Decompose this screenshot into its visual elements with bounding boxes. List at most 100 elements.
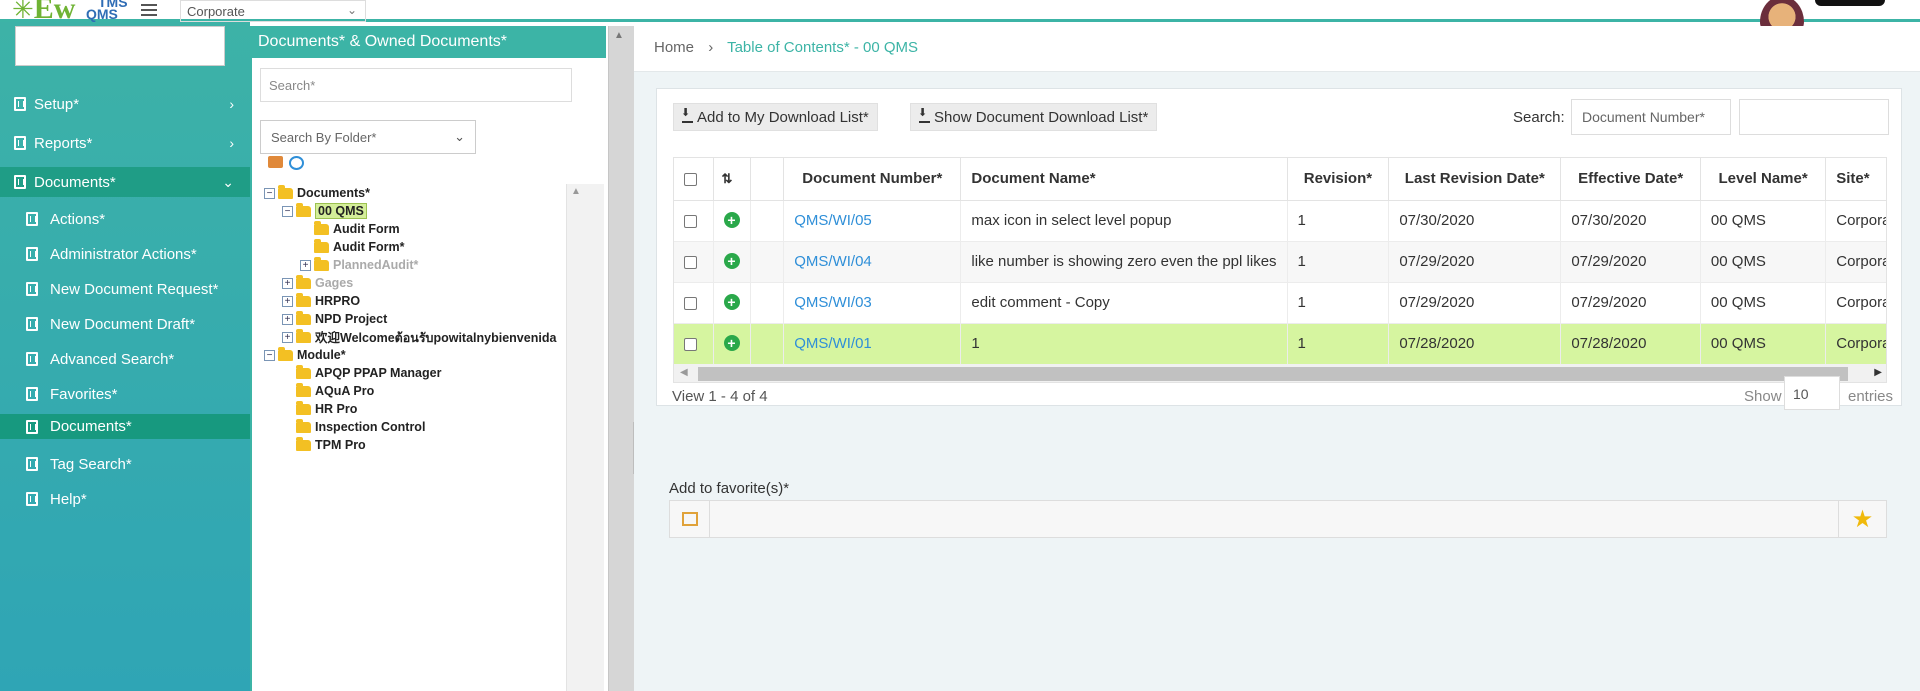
add-icon[interactable]: + <box>723 335 740 351</box>
building-icon <box>26 352 38 366</box>
select-all-checkbox[interactable] <box>684 172 697 186</box>
add-favorite-star-button[interactable]: ★ <box>1838 501 1886 537</box>
document-tree-panel: Documents* & Owned Documents* Search* Se… <box>250 26 606 691</box>
panel-splitter[interactable]: ▲ <box>608 26 639 691</box>
breadcrumb-home[interactable]: Home <box>654 39 694 56</box>
sidebar-subitem-favorites[interactable]: Favorites* <box>0 379 250 409</box>
col-level-name[interactable]: Level Name* <box>1700 158 1827 201</box>
scroll-up-icon[interactable]: ▲ <box>571 186 581 197</box>
tree-node-hr-pro[interactable]: HR Pro <box>282 400 564 418</box>
sidebar-subitem-help[interactable]: Help* <box>0 484 250 514</box>
tree-search-input[interactable]: Search* <box>260 68 572 102</box>
add-icon[interactable]: + <box>723 294 740 310</box>
site-select[interactable]: Corporate ⌄ <box>180 0 366 22</box>
add-download-button[interactable]: Add to My Download List* <box>673 103 878 131</box>
sidebar-item-documents[interactable]: Documents* ⌄ <box>0 167 250 197</box>
row-checkbox[interactable] <box>684 214 697 228</box>
col-document-name[interactable]: Document Name* <box>960 158 1288 201</box>
tree-node-audit-form[interactable]: Audit Form <box>300 220 564 238</box>
sort-columns-header[interactable]: ⇅ <box>713 158 751 201</box>
tree-node-apqp[interactable]: APQP PPAP Manager <box>282 364 564 382</box>
tree-node-aqua-pro[interactable]: AQuA Pro <box>282 382 564 400</box>
building-icon <box>14 97 26 111</box>
tree-node-inspection-control[interactable]: Inspection Control <box>282 418 564 436</box>
folder-select[interactable]: Search By Folder* ⌄ <box>260 120 476 154</box>
row-doc-number[interactable]: QMS/WI/01 <box>783 323 962 365</box>
row-doc-number[interactable]: QMS/WI/05 <box>783 200 962 242</box>
collapse-icon[interactable]: − <box>282 205 293 217</box>
search-field-select[interactable]: Document Number* <box>1571 99 1731 135</box>
table-row[interactable]: + QMS/WI/03 edit comment - Copy 1 07/29/… <box>674 282 1886 324</box>
sidebar-subitem-documents[interactable]: Documents* <box>0 414 250 439</box>
col-revision[interactable]: Revision* <box>1287 158 1390 201</box>
expand-icon[interactable]: + <box>282 295 293 307</box>
building-icon <box>26 317 38 331</box>
folder-icon <box>296 400 311 415</box>
expand-icon[interactable]: + <box>300 259 311 271</box>
sidebar-subitem-new-document-draft[interactable]: New Document Draft* <box>0 309 250 339</box>
tree-scrollbar[interactable] <box>566 184 604 691</box>
sidebar-item-reports[interactable]: Reports* › <box>0 128 250 158</box>
sort-icon[interactable]: ⇅ <box>722 171 733 186</box>
row-checkbox[interactable] <box>684 296 697 310</box>
scrollbar-thumb[interactable] <box>698 367 1848 381</box>
folder-search-icon[interactable] <box>268 156 283 168</box>
row-doc-number[interactable]: QMS/WI/04 <box>783 241 962 283</box>
row-revision: 1 <box>1287 241 1390 283</box>
tree-node-tpm-pro[interactable]: TPM Pro <box>282 436 564 454</box>
table-row[interactable]: + QMS/WI/05 max icon in select level pop… <box>674 200 1886 242</box>
add-icon[interactable]: + <box>723 212 740 228</box>
scroll-right-icon[interactable]: ▶ <box>1874 367 1882 378</box>
tree-node-npd-project[interactable]: + NPD Project <box>282 310 564 328</box>
scroll-up-icon[interactable]: ▲ <box>614 30 624 41</box>
folder-icon <box>296 274 311 289</box>
tree-node-label: AQuA Pro <box>315 384 375 398</box>
breadcrumb-current[interactable]: Table of Contents* - 00 QMS <box>727 39 918 56</box>
scroll-left-icon[interactable]: ◀ <box>680 367 688 378</box>
col-site[interactable]: Site* <box>1825 158 1886 201</box>
tree-node-gages[interactable]: + Gages <box>282 274 564 292</box>
tree-node-welcome[interactable]: + 欢迎Welcomeต้อนรับpowitalnybienvenida <box>282 328 564 346</box>
col-document-number[interactable]: Document Number* <box>783 158 962 201</box>
collapse-icon[interactable]: − <box>264 349 275 361</box>
col-last-revision-date[interactable]: Last Revision Date* <box>1388 158 1562 201</box>
sidebar-subitem-actions[interactable]: Actions* <box>0 204 250 234</box>
table-row[interactable]: + QMS/WI/04 like number is showing zero … <box>674 241 1886 283</box>
sidebar-item-setup[interactable]: Setup* › <box>0 89 250 119</box>
app-logo[interactable]: ✳ Ew TMS QMS <box>12 0 128 24</box>
sidebar-subitem-advanced-search[interactable]: Advanced Search* <box>0 344 250 374</box>
sidebar-subitem-tag-search[interactable]: Tag Search* <box>0 449 250 479</box>
tree-node-documents[interactable]: − Documents* <box>264 184 564 202</box>
tree-node-hrpro[interactable]: + HRPRO <box>282 292 564 310</box>
row-last-revision-date: 07/29/2020 <box>1388 282 1562 324</box>
expand-icon[interactable]: + <box>282 277 293 289</box>
add-icon[interactable]: + <box>723 253 740 269</box>
tree-node-module[interactable]: − Module* <box>264 346 564 364</box>
row-doc-number[interactable]: QMS/WI/03 <box>783 282 962 324</box>
row-checkbox[interactable] <box>684 337 697 351</box>
entries-per-page-select[interactable]: 10 <box>1784 376 1840 410</box>
refresh-icon[interactable] <box>289 156 304 170</box>
folder-icon <box>278 346 293 361</box>
folder-icon <box>314 220 329 235</box>
favorites-field[interactable]: ★ <box>669 500 1887 538</box>
tree-node-planned-audit[interactable]: + PlannedAudit* <box>300 256 564 274</box>
tree-structure-icon[interactable] <box>670 501 710 537</box>
collapse-icon[interactable]: − <box>264 187 275 199</box>
tree-node-00-qms[interactable]: − 00 QMS <box>282 202 564 220</box>
search-input[interactable] <box>1739 99 1889 135</box>
select-all-header[interactable] <box>674 158 714 201</box>
row-checkbox[interactable] <box>684 255 697 269</box>
sidebar-subitem-administrator-actions[interactable]: Administrator Actions* <box>0 239 250 269</box>
sidebar-subitem-new-document-request[interactable]: New Document Request* <box>0 274 250 304</box>
col-effective-date[interactable]: Effective Date* <box>1560 158 1701 201</box>
menu-toggle-icon[interactable] <box>141 2 157 18</box>
action-column-header <box>750 158 785 201</box>
show-download-button[interactable]: Show Document Download List* <box>910 103 1158 131</box>
table-horizontal-scrollbar[interactable]: ◀ ▶ <box>674 364 1886 382</box>
tree-node-audit-form-star[interactable]: Audit Form* <box>300 238 564 256</box>
sidebar-search-box[interactable] <box>15 26 225 66</box>
table-row[interactable]: + QMS/WI/01 1 1 07/28/2020 07/28/2020 00… <box>674 323 1886 365</box>
expand-icon[interactable]: + <box>282 331 293 343</box>
expand-icon[interactable]: + <box>282 313 293 325</box>
